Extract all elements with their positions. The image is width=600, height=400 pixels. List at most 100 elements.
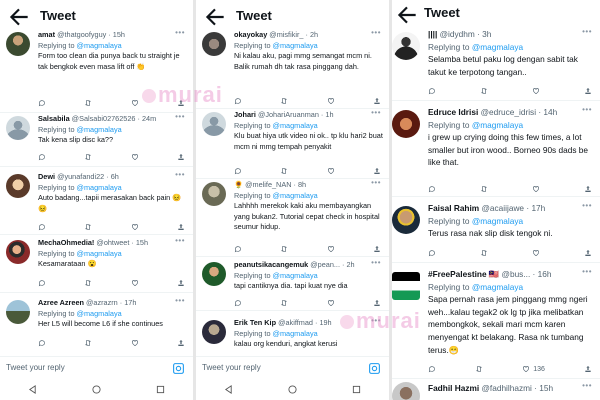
more-options-icon[interactable]: •••: [175, 112, 185, 123]
reply-icon[interactable]: [234, 299, 242, 307]
reply-icon[interactable]: [38, 153, 46, 161]
avatar[interactable]: [392, 110, 420, 138]
avatar[interactable]: [392, 382, 420, 400]
like-icon[interactable]: [131, 153, 139, 161]
avatar[interactable]: [392, 32, 420, 60]
more-options-icon[interactable]: •••: [175, 28, 185, 39]
author-name[interactable]: Edruce Idrisi: [428, 107, 478, 117]
mention-link[interactable]: @magmalaya: [77, 183, 122, 192]
author-name[interactable]: ||||: [428, 29, 437, 39]
back-arrow-icon[interactable]: [394, 2, 420, 28]
more-options-icon[interactable]: •••: [582, 26, 592, 39]
reply-icon[interactable]: [38, 279, 46, 287]
retweet-icon[interactable]: [84, 223, 92, 231]
author-name[interactable]: Faisal Rahim: [428, 203, 479, 213]
reply-icon[interactable]: [428, 365, 436, 373]
like-icon[interactable]: [532, 185, 540, 193]
share-icon[interactable]: [177, 153, 185, 161]
share-icon[interactable]: [584, 87, 592, 95]
like-icon[interactable]: [327, 299, 335, 307]
author-name[interactable]: Johari: [234, 110, 256, 119]
reply-icon[interactable]: [38, 99, 46, 107]
share-icon[interactable]: [177, 223, 185, 231]
back-arrow-icon[interactable]: [202, 4, 228, 30]
retweet-icon[interactable]: [480, 249, 488, 257]
mention-link[interactable]: @magmalaya: [273, 41, 318, 50]
retweet-icon[interactable]: [84, 99, 92, 107]
author-name[interactable]: Fadhil Hazmi: [428, 383, 479, 393]
share-icon[interactable]: [373, 167, 381, 175]
more-options-icon[interactable]: •••: [371, 178, 381, 189]
author-name[interactable]: 🌻: [234, 180, 243, 189]
mention-link[interactable]: @magmalaya: [77, 41, 122, 50]
mention-link[interactable]: @magmalaya: [273, 121, 318, 130]
mention-link[interactable]: @magmalaya: [472, 120, 523, 130]
like-icon[interactable]: [327, 245, 335, 253]
retweet-icon[interactable]: [84, 279, 92, 287]
reply-icon[interactable]: [428, 249, 436, 257]
mention-link[interactable]: @magmalaya: [77, 125, 122, 134]
more-options-icon[interactable]: •••: [371, 28, 381, 39]
back-arrow-icon[interactable]: [6, 4, 32, 30]
more-options-icon[interactable]: •••: [371, 108, 381, 119]
mention-link[interactable]: @magmalaya: [273, 329, 318, 338]
more-options-icon[interactable]: •••: [175, 236, 185, 247]
avatar[interactable]: [6, 116, 30, 140]
reply-icon[interactable]: [428, 185, 436, 193]
avatar[interactable]: [202, 182, 226, 206]
author-name[interactable]: #FreePalestine 🇲🇾: [428, 269, 499, 279]
retweet-icon[interactable]: [280, 167, 288, 175]
mention-link[interactable]: @magmalaya: [273, 191, 318, 200]
avatar[interactable]: [202, 262, 226, 286]
mention-link[interactable]: @magmalaya: [472, 216, 523, 226]
retweet-icon[interactable]: [480, 87, 488, 95]
avatar[interactable]: [202, 32, 226, 56]
share-icon[interactable]: [373, 245, 381, 253]
reply-icon[interactable]: [234, 245, 242, 253]
avatar[interactable]: [6, 32, 30, 56]
nav-recents-icon[interactable]: [352, 381, 361, 399]
camera-icon[interactable]: [368, 362, 381, 375]
reply-input[interactable]: Tweet your reply: [6, 363, 65, 372]
share-icon[interactable]: [373, 299, 381, 307]
reply-icon[interactable]: [38, 223, 46, 231]
avatar[interactable]: [202, 320, 226, 344]
retweet-icon[interactable]: [280, 245, 288, 253]
nav-recents-icon[interactable]: [156, 381, 165, 399]
like-icon[interactable]: [327, 97, 335, 105]
nav-back-icon[interactable]: [224, 381, 233, 399]
mention-link[interactable]: @magmalaya: [472, 42, 523, 52]
reply-icon[interactable]: [234, 167, 242, 175]
retweet-icon[interactable]: [84, 339, 92, 347]
share-icon[interactable]: [177, 339, 185, 347]
reply-composer[interactable]: Tweet your reply: [196, 356, 389, 380]
avatar[interactable]: [392, 272, 420, 300]
share-icon[interactable]: [177, 279, 185, 287]
retweet-icon[interactable]: [475, 365, 483, 373]
like-button[interactable]: 136: [522, 365, 545, 373]
share-icon[interactable]: [584, 185, 592, 193]
share-icon[interactable]: [584, 249, 592, 257]
author-name[interactable]: amat: [38, 30, 55, 39]
more-options-icon[interactable]: •••: [582, 200, 592, 213]
like-icon[interactable]: [131, 339, 139, 347]
nav-home-icon[interactable]: [92, 381, 101, 399]
retweet-icon[interactable]: [280, 299, 288, 307]
avatar[interactable]: [392, 206, 420, 234]
author-name[interactable]: Azree Azreen: [38, 298, 84, 307]
like-icon[interactable]: [532, 87, 540, 95]
retweet-icon[interactable]: [480, 185, 488, 193]
more-options-icon[interactable]: •••: [371, 258, 381, 269]
avatar[interactable]: [6, 300, 30, 324]
mention-link[interactable]: @magmalaya: [472, 282, 523, 292]
reply-composer[interactable]: Tweet your reply: [0, 356, 193, 380]
camera-icon[interactable]: [172, 362, 185, 375]
mention-link[interactable]: @magmalaya: [77, 309, 122, 318]
nav-back-icon[interactable]: [28, 381, 37, 399]
author-name[interactable]: peanutsikacangemuk: [234, 260, 308, 269]
like-icon[interactable]: [532, 249, 540, 257]
reply-icon[interactable]: [428, 87, 436, 95]
like-icon[interactable]: [131, 279, 139, 287]
share-icon[interactable]: [373, 97, 381, 105]
avatar[interactable]: [6, 240, 30, 264]
